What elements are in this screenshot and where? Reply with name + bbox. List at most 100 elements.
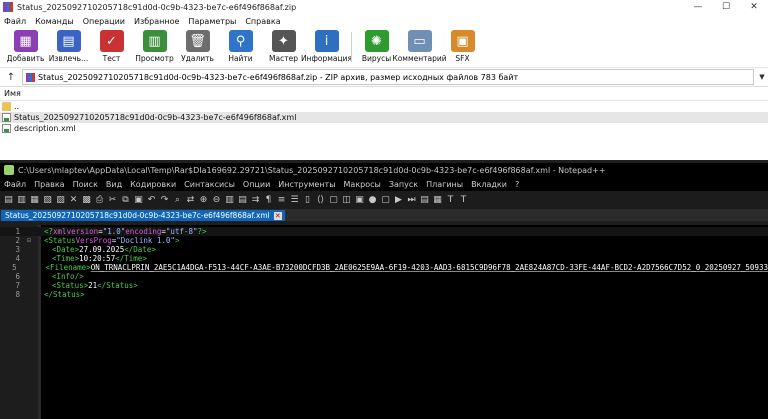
npp-toolbar-icon[interactable]: ▦: [29, 195, 40, 205]
npp-menu-item[interactable]: Синтаксисы: [184, 180, 235, 189]
code-editor[interactable]: 1 <? xml version = "1.0" encoding = "utf-8" ?> 2…: [0, 225, 768, 419]
npp-menu-item[interactable]: Правка: [34, 180, 64, 189]
tab-status-xml[interactable]: Status_2025092710205718c91d0d-0c9b-4323-…: [1, 210, 285, 221]
line-number: 7: [15, 281, 20, 290]
npp-toolbar-icon[interactable]: ⧉: [120, 195, 131, 205]
npp-toolbar-icon[interactable]: ⊕: [198, 195, 209, 205]
npp-toolbar-icon[interactable]: ▦: [432, 195, 443, 205]
file-list: .. Status_2025092710205718c91d0d-0c9b-432…: [0, 101, 768, 134]
file-row[interactable]: Status_2025092710205718c91d0d-0c9b-4323-…: [0, 112, 768, 123]
maximize-button[interactable]: ☐: [712, 2, 740, 12]
npp-toolbar-icon[interactable]: ▶: [393, 195, 404, 205]
npp-toolbar-icon[interactable]: ▢: [328, 195, 339, 205]
toolbar-button-label: Тест: [102, 54, 121, 63]
toolbar-button-view[interactable]: ▥ Просмотр: [133, 28, 176, 63]
npp-menu-item[interactable]: Макросы: [344, 180, 381, 189]
npp-menu-item[interactable]: Поиск: [73, 180, 98, 189]
file-row[interactable]: description.xml: [0, 123, 768, 134]
toolbar-button-label: Найти: [228, 54, 253, 63]
address-field[interactable]: Status_2025092710205718c91d0d-0c9b-4323-…: [22, 69, 754, 85]
npp-menu-item[interactable]: Файл: [4, 180, 26, 189]
npp-toolbar-icon[interactable]: T: [458, 195, 469, 205]
npp-toolbar-icon[interactable]: ¶: [263, 195, 274, 205]
code-token: >: [80, 290, 85, 299]
xml-file-icon: [2, 124, 11, 133]
code-token: Time: [124, 254, 143, 263]
npp-toolbar-icon[interactable]: ▢: [380, 195, 391, 205]
npp-menu-item[interactable]: Запуск: [389, 180, 418, 189]
toolbar-button-test[interactable]: ✓ Тест: [90, 28, 133, 63]
npp-toolbar-icon[interactable]: ⟨⟩: [315, 195, 326, 205]
npp-toolbar-icon[interactable]: ⏭: [406, 195, 417, 205]
code-line: 2 ⊟ < Status VersProg = "Doclink 1.0" >: [0, 236, 768, 245]
npp-toolbar-icon[interactable]: ▧: [42, 195, 53, 205]
npp-toolbar-icon[interactable]: ⇉: [250, 195, 261, 205]
code-token: Status: [106, 281, 134, 290]
toolbar-button-comment[interactable]: ▭ Комментарий: [392, 28, 447, 63]
toolbar-button-add-archive[interactable]: ▦ Добавить: [4, 28, 47, 63]
winrar-menu-bar: Файл Команды Операции Избранное Параметры Спр…: [0, 14, 768, 28]
npp-toolbar-icon[interactable]: ▥: [16, 195, 27, 205]
winrar-menu-item[interactable]: Команды: [35, 17, 74, 26]
toolbar-button-delete[interactable]: 🗑 Удалить: [176, 28, 219, 63]
npp-menu-item[interactable]: Инструменты: [278, 180, 335, 189]
winrar-title-bar: Status_2025092710205718c91d0d-0c9b-4323-…: [0, 0, 768, 14]
npp-toolbar-icon[interactable]: ▤: [419, 195, 430, 205]
code-token: 10:20:57: [79, 254, 116, 263]
npp-toolbar-icon[interactable]: ▩: [81, 195, 92, 205]
npp-toolbar-icon[interactable]: ▣: [354, 195, 365, 205]
winrar-menu-item[interactable]: Избранное: [134, 17, 179, 26]
column-header-name[interactable]: Имя: [0, 87, 768, 101]
npp-toolbar-icon[interactable]: ⇄: [185, 195, 196, 205]
tab-close-icon[interactable]: ✕: [273, 211, 282, 220]
chevron-down-icon[interactable]: ▼: [756, 73, 768, 81]
winrar-menu-item[interactable]: Параметры: [188, 17, 236, 26]
npp-toolbar-icon[interactable]: ⎙: [94, 195, 105, 205]
npp-toolbar-icon[interactable]: ✕: [68, 195, 79, 205]
npp-toolbar-icon[interactable]: ▤: [3, 195, 14, 205]
npp-toolbar-icon[interactable]: ▤: [237, 195, 248, 205]
npp-toolbar-icon[interactable]: ⊖: [211, 195, 222, 205]
winrar-menu-item[interactable]: Файл: [4, 17, 26, 26]
npp-toolbar-icon[interactable]: ☰: [289, 195, 300, 205]
file-name: description.xml: [14, 124, 76, 133]
toolbar-button-info[interactable]: i Информация: [301, 28, 352, 63]
code-token: >: [174, 236, 180, 245]
npp-toolbar-icon[interactable]: ▥: [224, 195, 235, 205]
toolbar-button-wizard[interactable]: ✦ Мастер: [262, 28, 305, 63]
code-token: />: [74, 272, 84, 281]
toolbar-separator: [351, 32, 352, 62]
npp-toolbar-icon[interactable]: ↷: [159, 195, 170, 205]
npp-toolbar-icon[interactable]: ▨: [55, 195, 66, 205]
code-token: Info: [56, 272, 75, 281]
npp-menu-item[interactable]: Кодировки: [130, 180, 176, 189]
npp-menu-item[interactable]: Опции: [243, 180, 270, 189]
fold-toggle-icon[interactable]: ⊟: [24, 237, 34, 244]
npp-toolbar-icon[interactable]: ▯: [302, 195, 313, 205]
toolbar-button-find[interactable]: ⚲ Найти: [219, 28, 262, 63]
file-row[interactable]: ..: [0, 101, 768, 112]
npp-toolbar-icon[interactable]: T: [445, 195, 456, 205]
tab-bar: Status_2025092710205718c91d0d-0c9b-4323-…: [0, 209, 768, 221]
close-button[interactable]: ✕: [740, 2, 768, 12]
delete-icon: 🗑: [185, 30, 210, 52]
toolbar-button-sfx[interactable]: ▣ SFX: [441, 28, 484, 63]
winrar-menu-item[interactable]: Операции: [83, 17, 125, 26]
npp-toolbar-icon[interactable]: ▣: [133, 195, 144, 205]
npp-toolbar-icon[interactable]: ●: [367, 195, 378, 205]
npp-menu-item[interactable]: Вид: [106, 180, 122, 189]
minimize-button[interactable]: —: [684, 2, 712, 12]
npp-toolbar-icon[interactable]: ◫: [341, 195, 352, 205]
winrar-toolbar: ▦ Добавить ▤ Извлечь... ✓ Тест ▥ Просмотр 🗑 Удали…: [0, 28, 768, 68]
npp-menu-item[interactable]: Плагины: [426, 180, 463, 189]
winrar-menu-item[interactable]: Справка: [245, 17, 280, 26]
toolbar-button-extract[interactable]: ▤ Извлечь...: [47, 28, 90, 63]
tab-label: Status_2025092710205718c91d0d-0c9b-4323-…: [5, 211, 270, 220]
npp-toolbar-icon[interactable]: ⌕: [172, 195, 183, 205]
up-arrow-icon[interactable]: ↑: [0, 72, 22, 83]
npp-menu-item[interactable]: Вкладки: [471, 180, 507, 189]
npp-toolbar-icon[interactable]: ✂: [107, 195, 118, 205]
npp-toolbar-icon[interactable]: ≡: [276, 195, 287, 205]
npp-menu-item[interactable]: ?: [515, 180, 519, 189]
npp-toolbar-icon[interactable]: ↶: [146, 195, 157, 205]
